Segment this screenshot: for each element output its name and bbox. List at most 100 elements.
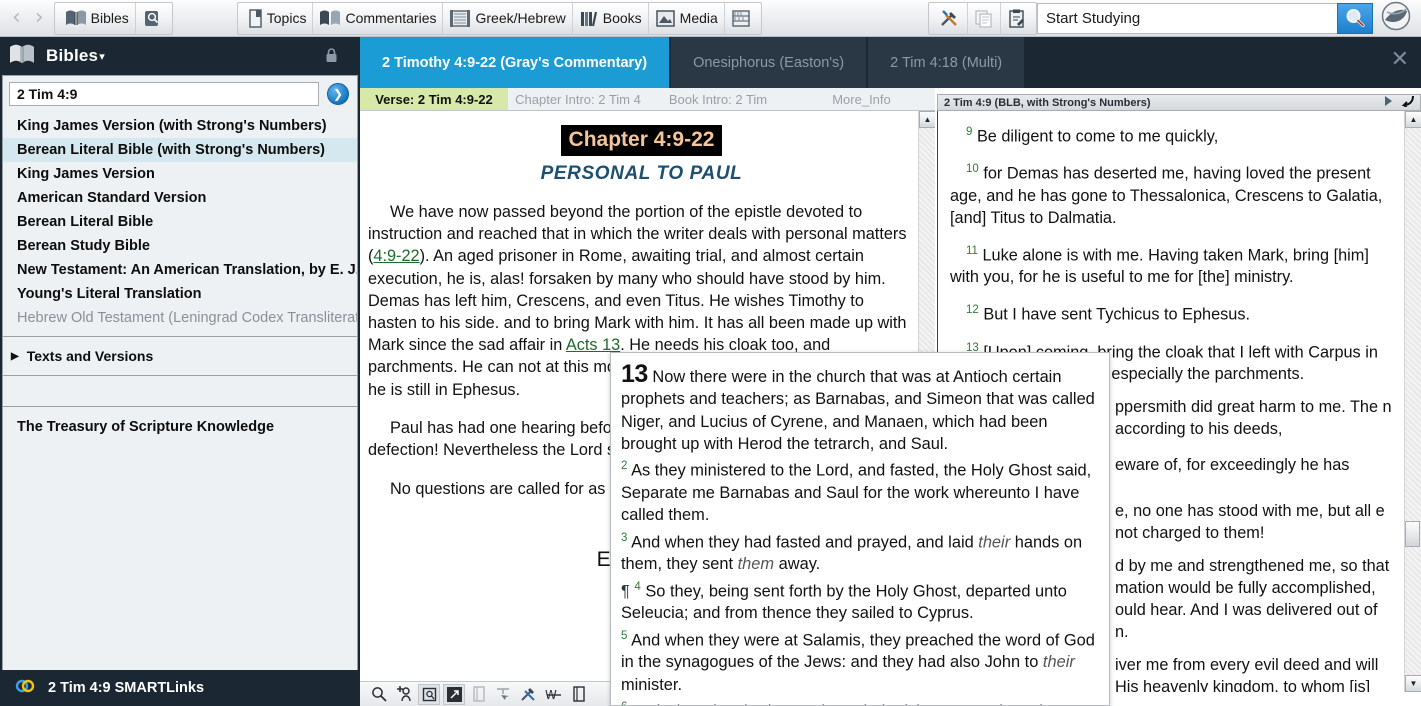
toolbar-notes-button[interactable] [1000,2,1032,34]
verse-vertical-scrollbar[interactable]: ▲ ▼ [1404,111,1421,692]
popup-verse-5-italic-1: their [1042,653,1075,672]
blb-logo-button[interactable] [1381,1,1411,36]
chevron-down-icon[interactable]: ▾ [99,50,105,63]
subtab-more-info[interactable]: More_Info [788,88,935,110]
toolbar-library-button[interactable] [723,2,757,34]
verse-text: Luke alone is with me. Having taken Mark… [950,246,1369,287]
popup-verse-6: 6 And when they had gone through the isl… [621,696,1097,705]
scroll-up-button[interactable]: ▲ [919,111,935,128]
copy-pages-icon [974,9,994,28]
popup-verse-3: 3 And when they had fasted and prayed, a… [621,527,1097,576]
commentary-subtab-strip: Verse: 2 Tim 4:9-22 Chapter Intro: 2 Tim… [360,88,935,111]
para2-part-c: defection! Nevertheless the Lord [368,441,607,460]
close-icon[interactable]: ✕ [1391,49,1409,71]
scroll-down-button[interactable]: ▼ [1405,675,1421,692]
toolbar-tools-button[interactable] [933,3,967,34]
back-icon[interactable]: ‹ [12,7,21,29]
commentaries-icon [319,9,341,27]
media-icon [655,9,676,28]
book-page-icon[interactable] [468,684,490,705]
popup-verse-3-italic-1: their [978,533,1011,552]
topics-icon [248,8,263,28]
verse-text: ppersmith did great harm to me. The n ac… [1115,398,1392,439]
bible-item[interactable]: Young's Literal Translation [3,282,357,306]
verse-number: 11 [966,244,978,257]
forward-icon[interactable]: › [35,7,44,29]
toolbar-topics-label: Topics [266,10,307,26]
verse-pane-header: 2 Tim 4:9 (BLB, with Strong's Numbers) [937,94,1421,111]
popup-verse-5-b: minister. [621,675,683,694]
blb-globe-icon [1381,1,1411,30]
play-icon[interactable] [1382,95,1394,110]
scroll-thumb[interactable] [1405,521,1420,547]
chapter-subtitle: PERSONAL TO PAUL [540,163,743,184]
chapter-banner: Chapter 4:9-22 [560,125,723,156]
verse-text: for Demas has deserted me, having loved … [950,164,1383,227]
main-toolbar: ‹ › Bibles Topics Commentaries Greek/Heb… [0,0,1421,37]
add-person-icon[interactable] [393,684,415,705]
study-search-input[interactable]: Start Studying [1037,2,1337,34]
verse-text: But I have sent Tychicus to Ephesus. [983,305,1251,324]
popup-verse-2: 2 As they ministered to the Lord, and fa… [621,455,1097,526]
verse-number: 9 [966,126,973,138]
search-button[interactable] [1337,2,1373,34]
verse-text: e, no one has stood with me, but all e n… [1115,502,1385,543]
toolbar-commentaries-label: Commentaries [345,10,437,26]
sidebar-reference-input[interactable]: 2 Tim 4:9 [9,82,319,106]
magnifier-icon[interactable] [368,684,390,705]
word-strike-icon[interactable]: W [543,684,565,705]
hook-arrow-icon[interactable] [1400,95,1414,110]
lock-icon[interactable] [325,47,338,68]
toolbar-copy-button[interactable] [967,2,1000,34]
popup-verse-3-c: away. [774,555,821,574]
bible-item[interactable]: Berean Literal Bible [3,210,357,234]
verse-number: 10 [966,163,979,176]
sidebar-header[interactable]: Bibles ▾ [0,37,360,75]
bibles-sidebar: Bibles ▾ 2 Tim 4:9 ❯ King James Version … [0,37,360,706]
bible-item[interactable]: King James Version [3,162,357,186]
subtab-chapter-intro[interactable]: Chapter Intro: 2 Tim 4 [508,88,648,110]
bible-item-selected[interactable]: Berean Literal Bible (with Strong's Numb… [3,138,357,162]
note-icon[interactable] [568,684,590,705]
toolbar-books-button[interactable]: Books [571,2,648,34]
toolbar-media-button[interactable]: Media [647,2,724,34]
clipboard-edit-icon [1007,9,1026,28]
tools-icon[interactable] [518,684,540,705]
toolbar-topics-button[interactable]: Topics [242,3,313,34]
bible-item[interactable]: King James Version (with Strong's Number… [3,114,357,138]
sidebar-go-button[interactable]: ❯ [327,83,349,105]
subtab-book-intro[interactable]: Book Intro: 2 Tim [648,88,788,110]
subtab-verse[interactable]: Verse: 2 Tim 4:9-22 [360,88,508,110]
sidebar-section-texts-and-versions[interactable]: ▶ Texts and Versions [3,337,357,375]
toolbar-bibles-button[interactable]: Bibles [59,3,135,34]
bibles-toolbar-group: Bibles [53,1,173,35]
verse-pane-title: 2 Tim 4:9 (BLB, with Strong's Numbers) [944,96,1151,109]
toolbar-commentaries-button[interactable]: Commentaries [312,2,442,34]
verse-number: 5 [621,629,628,642]
tab-gray-commentary[interactable]: 2 Timothy 4:9-22 (Gray's Commentary) [360,37,670,88]
toolbar-greek-hebrew-button[interactable]: Greek/Hebrew [442,2,571,34]
branch-pointer-icon[interactable] [493,684,515,705]
lookup-box-icon[interactable] [418,683,440,705]
arrow-expand-icon[interactable] [443,683,465,705]
bible-item[interactable]: American Standard Version [3,186,357,210]
bible-item[interactable]: Berean Study Bible [3,234,357,258]
scroll-up-button[interactable]: ▲ [1405,111,1421,128]
tab-onesiphorus-eastons[interactable]: Onesiphorus (Easton's) [671,37,867,88]
bible-item[interactable]: New Testament: An American Translation, … [3,258,357,282]
sidebar-empty-row [3,375,357,407]
toolbar-bible-search-button[interactable] [134,2,168,34]
bible-version-list: King James Version (with Strong's Number… [3,112,357,330]
verse-preview-popup[interactable]: 13 Now there were in the church that was… [610,352,1110,706]
popup-verse-5-a: And when they were at Salamis, they prea… [621,631,1095,672]
scripture-ref-link[interactable]: 4:9-22 [373,247,419,265]
sidebar-footer-smartlinks[interactable]: 2 Tim 4:9 SMARTLinks [0,670,360,706]
sidebar-item-treasury-of-scripture-knowledge[interactable]: The Treasury of Scripture Knowledge [3,407,357,447]
nav-arrows: ‹ › [12,7,44,29]
bible-item-disabled[interactable]: Hebrew Old Testament (Leningrad Codex Tr… [3,306,357,330]
smartlinks-icon [14,676,36,700]
tab-2tim-4-18-multi[interactable]: 2 Tim 4:18 (Multi) [868,37,1025,88]
popup-verse-3-italic-2: them [737,555,775,574]
verse-number: 12 [966,304,979,317]
verse-text: Be diligent to come to me quickly, [976,127,1219,146]
